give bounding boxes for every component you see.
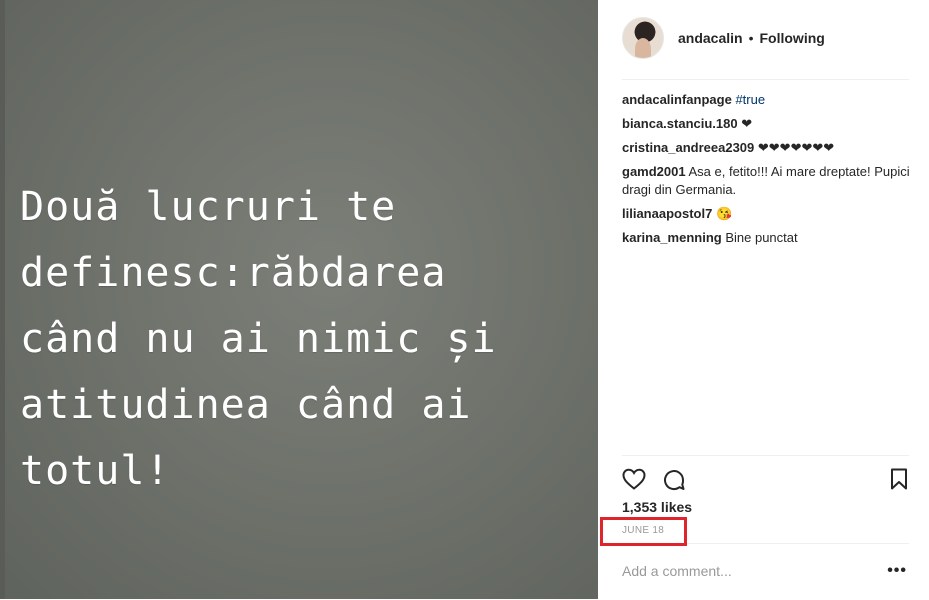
more-options-icon[interactable]: ••• <box>887 562 907 580</box>
heart-icon[interactable] <box>622 468 646 490</box>
comment-username[interactable]: lilianaapostol7 <box>622 206 712 221</box>
comments-list: andacalinfanpage #true bianca.stanciu.18… <box>622 91 912 253</box>
comment-hashtag[interactable]: #true <box>735 92 765 107</box>
add-comment-section: ••• <box>622 543 909 600</box>
header-separator: • <box>748 30 754 46</box>
comment-item: lilianaapostol7 😘 <box>622 205 912 223</box>
following-button[interactable]: Following <box>760 30 825 46</box>
bookmark-icon[interactable] <box>889 468 909 490</box>
comment-username[interactable]: cristina_andreea2309 <box>622 140 754 155</box>
post-sidebar: andacalin • Following andacalinfanpage #… <box>598 0 929 599</box>
author-avatar[interactable] <box>622 17 664 59</box>
post-header: andacalin • Following <box>622 17 909 80</box>
comment-text: 😘 <box>715 206 733 221</box>
post-image-text: Două lucruri te definesc:răbdarea când n… <box>20 174 598 504</box>
author-username[interactable]: andacalin <box>678 30 743 46</box>
quote-line-4: atitudinea când ai <box>20 382 472 428</box>
post-actions <box>622 455 909 496</box>
quote-line-3: când nu ai nimic și <box>20 316 497 362</box>
comment-item: gamd2001 Asa e, fetito!!! Ai mare drepta… <box>622 163 912 199</box>
comment-item: karina_menning Bine punctat <box>622 229 912 247</box>
comment-text: ❤ <box>741 116 753 131</box>
comment-item: andacalinfanpage #true <box>622 91 912 109</box>
quote-line-2: definesc:răbdarea <box>20 250 447 296</box>
date-highlight-box <box>600 517 687 546</box>
comment-username[interactable]: andacalinfanpage <box>622 92 732 107</box>
comment-item: bianca.stanciu.180 ❤ <box>622 115 912 133</box>
quote-line-1: Două lucruri te <box>20 184 397 230</box>
comment-text: Bine punctat <box>725 230 798 245</box>
comment-item: cristina_andreea2309 ❤❤❤❤❤❤❤ <box>622 139 912 157</box>
comment-text: ❤❤❤❤❤❤❤ <box>757 140 835 155</box>
comment-bubble-icon[interactable] <box>662 468 686 492</box>
add-comment-input[interactable] <box>622 563 862 579</box>
quote-line-5: totul! <box>20 448 171 494</box>
likes-count[interactable]: 1,353 likes <box>622 499 692 515</box>
comment-username[interactable]: bianca.stanciu.180 <box>622 116 738 131</box>
post-image: Două lucruri te definesc:răbdarea când n… <box>0 0 598 599</box>
comment-username[interactable]: gamd2001 <box>622 164 686 179</box>
comment-username[interactable]: karina_menning <box>622 230 722 245</box>
